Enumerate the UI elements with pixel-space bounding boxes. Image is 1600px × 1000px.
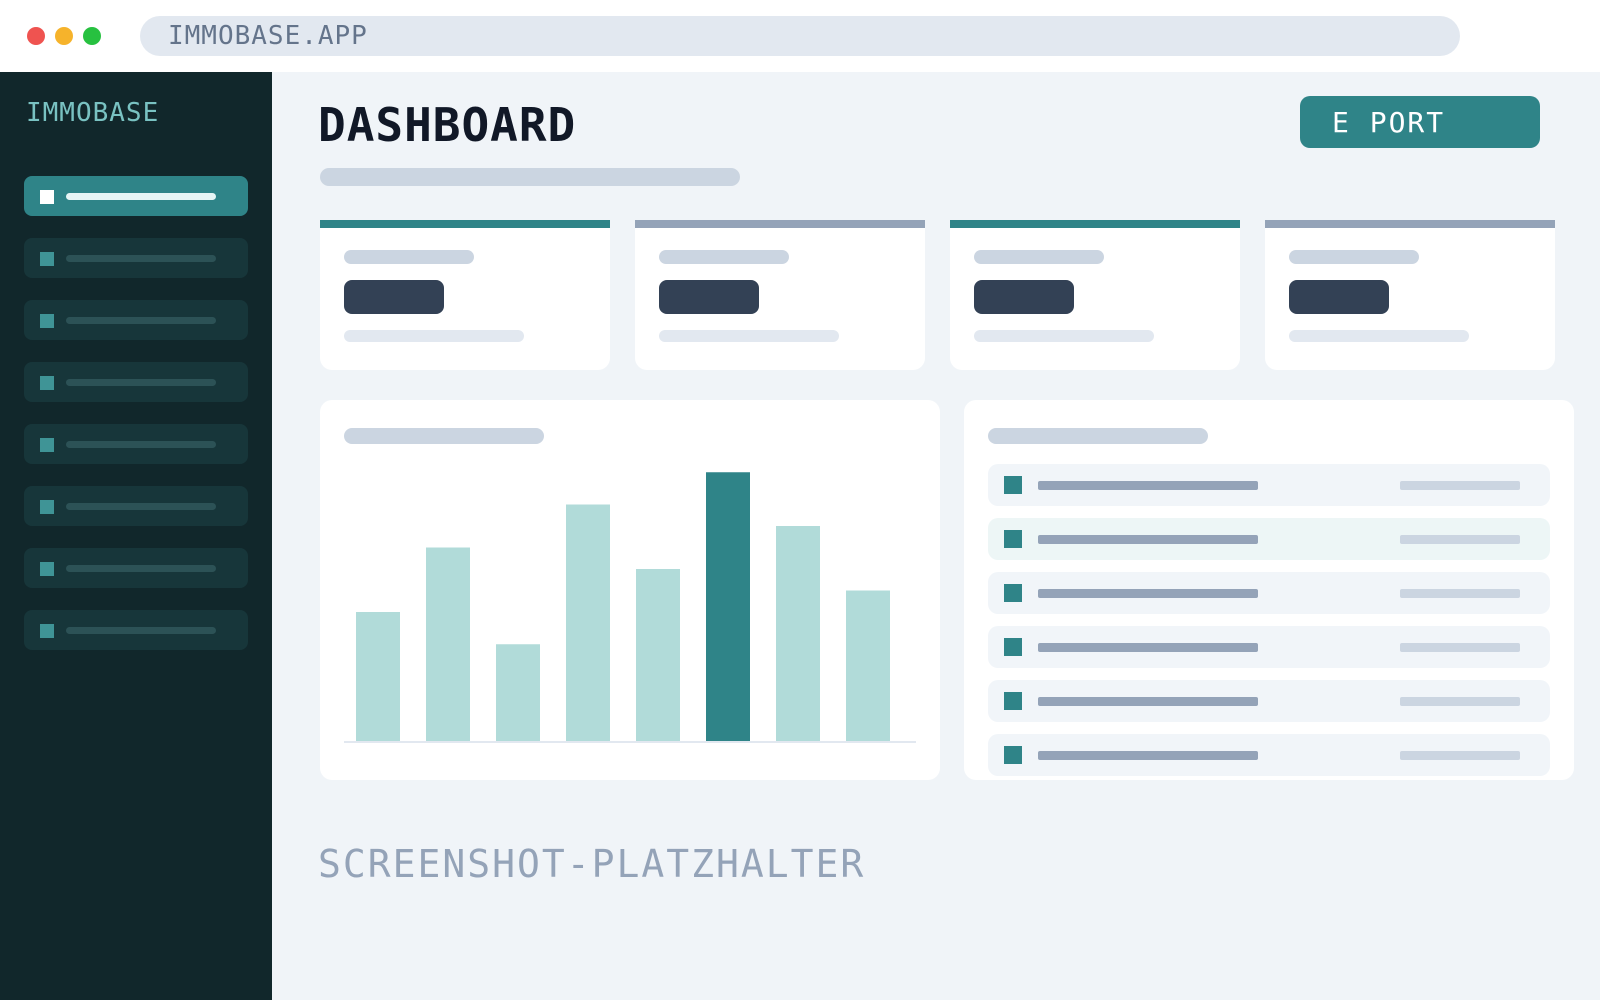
- list-item[interactable]: [988, 734, 1550, 776]
- row-value-placeholder: [1400, 697, 1520, 706]
- list-title-placeholder: [988, 428, 1208, 444]
- row-value-placeholder: [1400, 751, 1520, 760]
- stat-label-placeholder: [974, 250, 1104, 264]
- row-value-placeholder: [1400, 589, 1520, 598]
- stat-card-3[interactable]: [950, 220, 1240, 370]
- address-bar[interactable]: IMMOBASE.APP: [140, 16, 1460, 56]
- nav-label-placeholder: [66, 255, 216, 262]
- sidebar-item-3[interactable]: [24, 300, 248, 340]
- row-square-icon: [1004, 584, 1022, 602]
- nav-label-placeholder: [66, 565, 216, 572]
- browser-chrome: IMMOBASE.APP: [0, 0, 1600, 72]
- nav-square-icon: [40, 438, 54, 452]
- list-item[interactable]: [988, 518, 1550, 560]
- stat-caption-placeholder: [974, 330, 1154, 342]
- stat-caption-placeholder: [1289, 330, 1469, 342]
- row-title-placeholder: [1038, 481, 1258, 490]
- chart-bar-7: [776, 526, 820, 741]
- stat-card-4[interactable]: [1265, 220, 1555, 370]
- sidebar-item-8[interactable]: [24, 610, 248, 650]
- chart-bar-4: [566, 504, 610, 741]
- minimize-window-dot[interactable]: [55, 27, 73, 45]
- list-item[interactable]: [988, 464, 1550, 506]
- row-title-placeholder: [1038, 697, 1258, 706]
- stat-caption-placeholder: [344, 330, 524, 342]
- row-title-placeholder: [1038, 643, 1258, 652]
- list-item[interactable]: [988, 680, 1550, 722]
- stat-value-placeholder: [974, 280, 1074, 314]
- screenshot-placeholder-label: SCREENSHOT-PLATZHALTER: [318, 842, 866, 886]
- nav-square-icon: [40, 624, 54, 638]
- sidebar-item-5[interactable]: [24, 424, 248, 464]
- chart-bar-2: [426, 547, 470, 741]
- export-button[interactable]: E PORT: [1300, 96, 1540, 148]
- nav-square-icon: [40, 190, 54, 204]
- stat-caption-placeholder: [659, 330, 839, 342]
- sidebar-item-7[interactable]: [24, 548, 248, 588]
- nav-label-placeholder: [66, 193, 216, 200]
- maximize-window-dot[interactable]: [83, 27, 101, 45]
- nav-label-placeholder: [66, 317, 216, 324]
- app-logo: IMMOBASE: [26, 98, 160, 128]
- chart-card: [320, 400, 940, 780]
- nav-label-placeholder: [66, 379, 216, 386]
- bar-chart: [344, 472, 916, 743]
- row-title-placeholder: [1038, 589, 1258, 598]
- nav-square-icon: [40, 500, 54, 514]
- nav-label-placeholder: [66, 441, 216, 448]
- stat-value-placeholder: [344, 280, 444, 314]
- stat-value-placeholder: [1289, 280, 1389, 314]
- row-title-placeholder: [1038, 535, 1258, 544]
- sidebar-item-6[interactable]: [24, 486, 248, 526]
- stat-label-placeholder: [344, 250, 474, 264]
- close-window-dot[interactable]: [27, 27, 45, 45]
- chart-bar-3: [496, 644, 540, 741]
- nav-square-icon: [40, 562, 54, 576]
- row-square-icon: [1004, 638, 1022, 656]
- sidebar: IMMOBASE: [0, 72, 272, 1000]
- nav-square-icon: [40, 376, 54, 390]
- row-square-icon: [1004, 746, 1022, 764]
- row-value-placeholder: [1400, 535, 1520, 544]
- stat-value-placeholder: [659, 280, 759, 314]
- stat-card-2[interactable]: [635, 220, 925, 370]
- row-square-icon: [1004, 692, 1022, 710]
- stat-card-1[interactable]: [320, 220, 610, 370]
- chart-bar-6: [706, 472, 750, 741]
- nav-square-icon: [40, 314, 54, 328]
- stat-label-placeholder: [659, 250, 789, 264]
- sidebar-item-4[interactable]: [24, 362, 248, 402]
- list-item[interactable]: [988, 572, 1550, 614]
- chart-bar-8: [846, 590, 890, 741]
- chart-bar-5: [636, 569, 680, 741]
- subtitle-placeholder: [320, 168, 740, 186]
- row-square-icon: [1004, 476, 1022, 494]
- chart-bar-1: [356, 612, 400, 741]
- nav-square-icon: [40, 252, 54, 266]
- row-value-placeholder: [1400, 643, 1520, 652]
- row-value-placeholder: [1400, 481, 1520, 490]
- row-square-icon: [1004, 530, 1022, 548]
- nav-label-placeholder: [66, 627, 216, 634]
- sidebar-item-1[interactable]: [24, 176, 248, 216]
- list-item[interactable]: [988, 626, 1550, 668]
- row-title-placeholder: [1038, 751, 1258, 760]
- list-card: [964, 400, 1574, 780]
- page-title: DASHBOARD: [318, 98, 577, 152]
- sidebar-item-2[interactable]: [24, 238, 248, 278]
- nav-label-placeholder: [66, 503, 216, 510]
- stat-label-placeholder: [1289, 250, 1419, 264]
- main-content: DASHBOARD E PORT SCREENSHOT-PLATZHALTER: [272, 72, 1600, 1000]
